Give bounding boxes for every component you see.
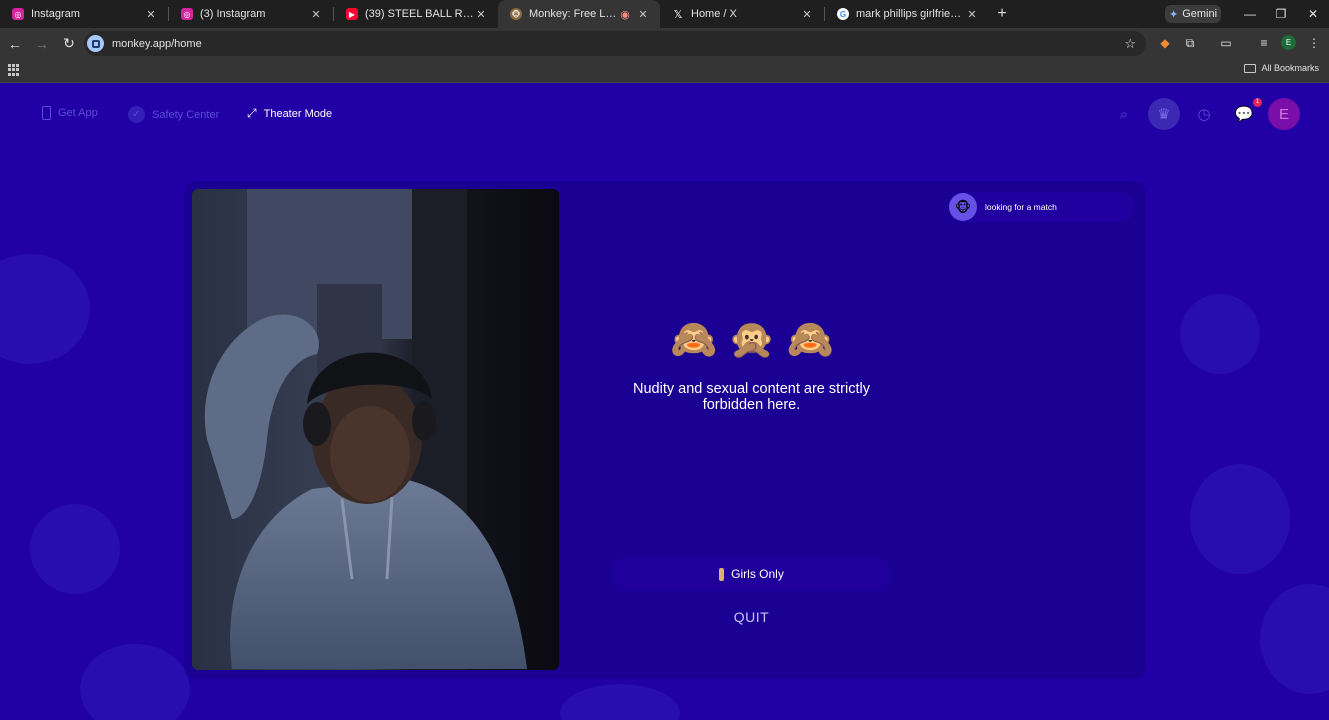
all-bookmarks-button[interactable]: All Bookmarks (1244, 63, 1319, 73)
tab-label: Home / X (691, 8, 737, 20)
tab-label: Monkey: Free Live Video Ch (529, 8, 618, 20)
crown-icon[interactable]: ♛ (1148, 98, 1180, 130)
theater-mode-label: Theater Mode (263, 107, 333, 120)
see-no-evil-monkey-icon: 🙈 (670, 319, 718, 361)
messages-icon[interactable]: 💬 1 (1228, 98, 1262, 130)
folder-icon (1244, 63, 1257, 73)
gender-filter-button[interactable]: Girls Only (614, 559, 889, 589)
google-icon: G (837, 8, 849, 20)
safety-center-link[interactable]: ✓ Safety Center (128, 106, 219, 123)
filter-label: Girls Only (731, 567, 784, 581)
instagram-icon: ◎ (12, 8, 24, 20)
back-icon[interactable]: ← (3, 32, 27, 56)
close-icon[interactable]: ✕ (144, 8, 158, 21)
girl-icon (719, 567, 725, 581)
background-blob (30, 504, 120, 594)
history-clock-icon[interactable]: ◷ (1188, 98, 1220, 130)
cast-icon[interactable]: ▭ (1218, 35, 1234, 51)
x-logo-icon: 𝕏 (673, 8, 683, 21)
tab-monkey[interactable]: 🐵 Monkey: Free Live Video Ch ◉ ✕ (498, 0, 660, 28)
close-icon[interactable]: ✕ (800, 8, 814, 21)
get-app-label: Get App (58, 107, 98, 119)
background-blob (560, 684, 680, 720)
gemini-button[interactable]: ✦ Gemini (1165, 5, 1221, 23)
quit-button[interactable]: QUIT (704, 609, 799, 629)
theater-mode-button[interactable]: ⤢ Theater Mode (247, 106, 332, 121)
bookmarks-bar: All Bookmarks (0, 59, 1329, 83)
new-tab-button[interactable]: + (989, 5, 1015, 23)
browser-tab-bar: ◎ Instagram ✕ ◎ (3) Instagram ✕ ▶ (39) S… (0, 0, 1329, 28)
recording-icon: ◉ (620, 8, 630, 21)
background-blob (80, 644, 190, 720)
monkey-emoji-row: 🙈 🙊 🙈 (670, 316, 834, 364)
close-icon[interactable]: ✕ (309, 8, 323, 21)
notification-badge: 1 (1253, 98, 1262, 107)
restore-icon[interactable]: ❐ (1265, 0, 1297, 28)
close-window-icon[interactable]: ✕ (1297, 0, 1329, 28)
close-icon[interactable]: ✕ (474, 8, 488, 21)
see-no-evil-monkey-icon: 🙈 (786, 319, 834, 361)
expand-icon: ⤢ (247, 106, 257, 120)
bookmark-star-icon[interactable]: ☆ (1124, 36, 1136, 52)
shield-icon: ✓ (128, 106, 145, 123)
apps-grid-icon[interactable] (8, 64, 20, 76)
tab-google[interactable]: G mark phillips girlfriend - Google ✕ (825, 0, 989, 28)
camera-feed-image (192, 189, 559, 670)
close-icon[interactable]: ✕ (965, 8, 979, 21)
speak-no-evil-monkey-icon: 🙊 (728, 319, 776, 361)
extension-flame-icon[interactable]: ◆ (1157, 35, 1173, 51)
camera-feed (192, 189, 559, 670)
monkey-avatar-icon: 🐵 (949, 193, 977, 221)
content-policy-notice: Nudity and sexual content are strictly f… (633, 381, 870, 413)
safety-center-label: Safety Center (152, 108, 220, 121)
phone-icon (42, 106, 51, 120)
url-text[interactable]: monkey.app/home (112, 38, 202, 50)
youtube-icon: ▶ (346, 8, 358, 20)
reload-icon[interactable]: ↻ (57, 32, 81, 56)
instagram-icon: ◎ (181, 8, 193, 20)
background-blob (1260, 584, 1329, 694)
video-chat-card: 🐵 looking for a match 🙈 🙊 🙈 Nudity and s… (184, 181, 1146, 679)
tab-label: Instagram (31, 8, 80, 20)
minimize-icon[interactable]: — (1234, 0, 1266, 28)
address-bar[interactable]: monkey.app/home ☆ (84, 31, 1146, 56)
tab-label: mark phillips girlfriend - Google (856, 8, 965, 20)
background-blob (1190, 464, 1290, 574)
status-text: looking for a match (985, 202, 1057, 212)
close-icon[interactable]: ✕ (636, 8, 650, 21)
tab-label: (3) Instagram (200, 8, 266, 20)
get-app-link[interactable]: Get App (42, 106, 98, 120)
tab-x[interactable]: 𝕏 Home / X ✕ (660, 0, 824, 28)
profile-avatar[interactable]: E (1281, 35, 1296, 50)
monkey-icon: 🐵 (510, 8, 522, 20)
background-blob (1180, 294, 1260, 374)
search-icon[interactable]: ⌕ (1108, 98, 1140, 130)
browser-toolbar: ← → ↻ monkey.app/home ☆ ◆ ⧉ ▭ ≡ E ⋮ (0, 28, 1329, 59)
all-bookmarks-label: All Bookmarks (1261, 63, 1319, 73)
extensions-puzzle-icon[interactable]: ⧉ (1182, 35, 1198, 51)
site-info-icon[interactable] (87, 35, 104, 52)
match-status: 🐵 looking for a match (949, 192, 1134, 222)
tab-instagram-2[interactable]: ◎ (3) Instagram ✕ (169, 0, 333, 28)
profile-avatar[interactable]: E (1268, 98, 1300, 130)
tab-youtube[interactable]: ▶ (39) STEEL BALL RUN JoJo's Biz ✕ (334, 0, 498, 28)
menu-dots-icon[interactable]: ⋮ (1306, 35, 1322, 51)
media-controls-icon[interactable]: ≡ (1256, 35, 1272, 51)
tab-label: (39) STEEL BALL RUN JoJo's Biz (365, 8, 474, 20)
background-blob (0, 254, 90, 364)
sparkle-icon: ✦ (1168, 8, 1179, 21)
monkey-app-page: Get App ✓ Safety Center ⤢ Theater Mode ⌕… (0, 84, 1329, 720)
forward-icon[interactable]: → (30, 32, 54, 56)
tab-instagram[interactable]: ◎ Instagram ✕ (0, 0, 168, 28)
gemini-label: Gemini (1182, 8, 1218, 20)
